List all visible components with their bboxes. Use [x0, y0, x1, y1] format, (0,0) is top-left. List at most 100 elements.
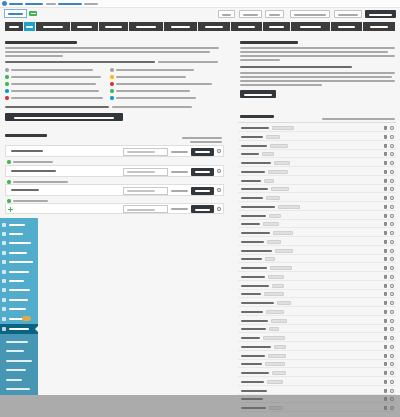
- trash-icon[interactable]: [384, 134, 387, 139]
- gear-icon[interactable]: [390, 134, 394, 139]
- trash-icon[interactable]: [384, 196, 387, 200]
- admin-submenu-item[interactable]: [0, 375, 38, 384]
- add-group-button[interactable]: [191, 205, 214, 213]
- nav-tab[interactable]: [198, 22, 230, 31]
- gear-icon[interactable]: [390, 318, 394, 323]
- nav-tab[interactable]: [263, 22, 290, 31]
- trash-icon[interactable]: [384, 344, 387, 349]
- group-row-link[interactable]: [171, 208, 188, 210]
- group-row-input[interactable]: [123, 167, 168, 176]
- admin-menu-item[interactable]: [0, 220, 38, 229]
- trash-icon[interactable]: [384, 266, 387, 270]
- trash-icon[interactable]: [384, 336, 387, 340]
- gear-icon[interactable]: [390, 196, 394, 200]
- nav-tab[interactable]: [363, 22, 395, 31]
- group-row-link[interactable]: [171, 170, 188, 173]
- gear-icon[interactable]: [390, 143, 394, 148]
- gear-icon[interactable]: [390, 371, 394, 375]
- gear-icon[interactable]: [390, 362, 394, 367]
- admin-menu-item[interactable]: [0, 267, 38, 276]
- trash-icon[interactable]: [384, 248, 387, 253]
- trash-icon[interactable]: [384, 239, 387, 244]
- gear-icon[interactable]: [390, 353, 394, 358]
- gear-icon[interactable]: [390, 204, 394, 209]
- group-row-button[interactable]: [191, 186, 214, 195]
- trash-icon[interactable]: [384, 152, 387, 157]
- trash-icon[interactable]: [384, 309, 387, 314]
- trash-icon[interactable]: [384, 178, 387, 183]
- admin-bar-link[interactable]: [84, 2, 98, 5]
- admin-bar-link[interactable]: [46, 2, 56, 5]
- trash-icon[interactable]: [384, 161, 387, 165]
- nav-tab[interactable]: [99, 22, 128, 31]
- trash-icon[interactable]: [384, 222, 387, 227]
- gear-icon[interactable]: [390, 379, 394, 384]
- list-hint[interactable]: [322, 118, 395, 120]
- header-button[interactable]: [218, 10, 235, 18]
- group-row-button[interactable]: [191, 147, 214, 156]
- trash-icon[interactable]: [384, 126, 387, 130]
- trash-icon[interactable]: [384, 362, 387, 367]
- gear-icon[interactable]: [390, 301, 394, 305]
- admin-bar-link[interactable]: [58, 2, 82, 5]
- admin-submenu-item[interactable]: [0, 356, 38, 365]
- admin-menu-item[interactable]: [0, 229, 38, 238]
- admin-menu-item[interactable]: [0, 276, 38, 285]
- wordpress-logo-icon[interactable]: [2, 1, 7, 6]
- header-button[interactable]: [239, 10, 262, 18]
- right-action-button[interactable]: [240, 90, 276, 98]
- trash-icon[interactable]: [384, 257, 387, 262]
- trash-icon[interactable]: [384, 318, 387, 323]
- gear-icon[interactable]: [390, 292, 394, 297]
- admin-bar-link[interactable]: [9, 2, 23, 5]
- admin-menu-item[interactable]: [0, 305, 38, 314]
- group-row-link[interactable]: [171, 150, 188, 153]
- trash-icon[interactable]: [384, 388, 387, 393]
- gear-icon[interactable]: [390, 213, 394, 218]
- gear-icon[interactable]: [390, 178, 394, 183]
- gear-icon[interactable]: [390, 274, 394, 279]
- trash-icon[interactable]: [384, 327, 387, 332]
- header-button[interactable]: [265, 10, 284, 18]
- group-row-link[interactable]: [171, 189, 188, 192]
- trash-icon[interactable]: [384, 292, 387, 297]
- trash-icon[interactable]: [384, 143, 387, 148]
- admin-submenu-item[interactable]: [0, 366, 38, 375]
- admin-submenu-item[interactable]: [0, 337, 38, 346]
- gear-icon[interactable]: [390, 222, 394, 227]
- gear-icon[interactable]: [217, 149, 221, 153]
- nav-tab[interactable]: [291, 22, 330, 31]
- nav-tab[interactable]: [129, 22, 163, 31]
- gear-icon[interactable]: [390, 336, 394, 340]
- gear-icon[interactable]: [390, 344, 394, 349]
- group-row-input[interactable]: [123, 186, 168, 195]
- header-primary-button[interactable]: [365, 10, 396, 18]
- trash-icon[interactable]: [384, 204, 387, 209]
- gear-icon[interactable]: [390, 187, 394, 192]
- admin-menu-item[interactable]: [0, 248, 38, 257]
- gear-icon[interactable]: [390, 257, 394, 262]
- nav-tab[interactable]: [164, 22, 197, 31]
- header-button[interactable]: [334, 10, 362, 18]
- group-row-input[interactable]: [123, 147, 168, 156]
- trash-icon[interactable]: [384, 231, 387, 235]
- gear-icon[interactable]: [390, 152, 394, 157]
- gear-icon[interactable]: [390, 161, 394, 165]
- admin-menu-item[interactable]: [0, 286, 38, 295]
- gear-icon[interactable]: [390, 169, 394, 174]
- nav-tab[interactable]: [71, 22, 98, 31]
- trash-icon[interactable]: [384, 353, 387, 358]
- gear-icon[interactable]: [217, 206, 221, 211]
- trash-icon[interactable]: [384, 301, 387, 305]
- gear-icon[interactable]: [390, 248, 394, 253]
- nav-tab[interactable]: [231, 22, 262, 31]
- admin-submenu-item[interactable]: [0, 385, 38, 394]
- primary-action-button[interactable]: [5, 113, 123, 121]
- gear-icon[interactable]: [217, 169, 221, 173]
- header-button[interactable]: [290, 10, 330, 18]
- trash-icon[interactable]: [384, 379, 387, 384]
- admin-bar-link[interactable]: [25, 2, 43, 5]
- gear-icon[interactable]: [390, 239, 394, 244]
- group-row-button[interactable]: [191, 167, 214, 176]
- admin-menu-item[interactable]: [0, 295, 38, 304]
